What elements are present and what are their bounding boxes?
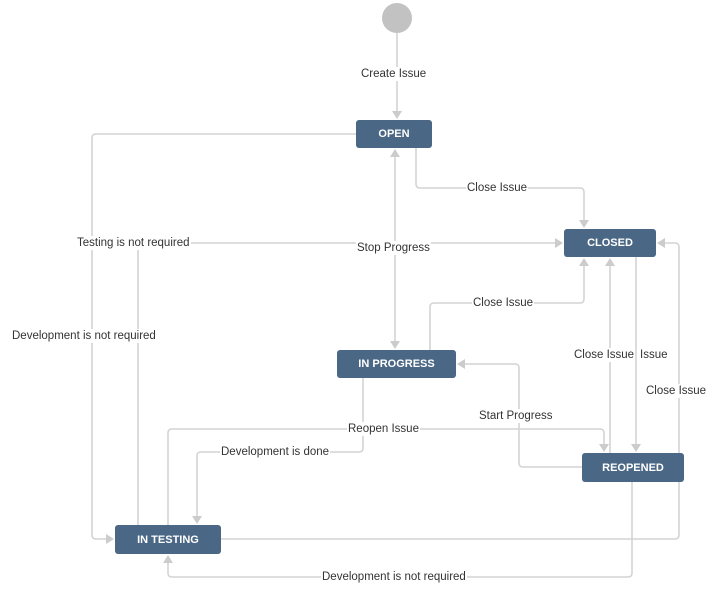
transition-development-not-required-bottom[interactable]: Development is not required: [321, 570, 467, 584]
transition-create-issue[interactable]: Create Issue: [360, 67, 428, 81]
transition-stop-progress[interactable]: Stop Progress: [356, 241, 431, 255]
arrow-head: [392, 111, 402, 119]
status-in-progress[interactable]: IN PROGRESS: [337, 350, 456, 378]
status-in-testing[interactable]: IN TESTING: [115, 525, 221, 554]
transition-reopen-issue[interactable]: Reopen Issue: [347, 422, 420, 436]
status-open-label: OPEN: [378, 128, 410, 140]
transition-development-done[interactable]: Development is done: [220, 445, 331, 459]
transition-development-not-required-left[interactable]: Development is not required: [11, 329, 157, 343]
status-open[interactable]: OPEN: [356, 120, 432, 148]
arrow-head: [579, 258, 589, 266]
transition-start-progress[interactable]: Start Progress: [478, 409, 554, 423]
arrow-head: [390, 149, 400, 157]
arrow-head: [555, 238, 563, 248]
transition-close-issue-right[interactable]: Close Issue: [645, 384, 708, 398]
edge-development-not-required-bottom[interactable]: [167, 482, 633, 578]
transition-close-issue-duplicate[interactable]: Issue: [640, 348, 669, 362]
status-reopened[interactable]: REOPENED: [582, 453, 684, 482]
status-in-testing-label: IN TESTING: [137, 533, 199, 546]
edge-testing-not-required[interactable]: [137, 242, 556, 525]
transition-close-issue-in-progress[interactable]: Close Issue: [472, 296, 535, 310]
arrow-head: [657, 238, 665, 248]
transition-close-issue-reopened[interactable]: Close Issue: [573, 348, 635, 362]
arrow-head: [579, 220, 589, 228]
arrow-head: [106, 534, 114, 544]
transition-close-issue-open[interactable]: Close Issue: [466, 181, 529, 195]
status-closed-label: CLOSED: [587, 237, 633, 249]
arrow-head: [605, 258, 615, 266]
status-in-progress-label: IN PROGRESS: [358, 358, 435, 370]
start-node: [382, 3, 412, 33]
status-reopened-label: REOPENED: [602, 461, 664, 474]
status-closed[interactable]: CLOSED: [564, 229, 656, 257]
arrow-head: [457, 359, 465, 369]
arrow-head: [192, 516, 202, 524]
edge-reopen-issue[interactable]: [167, 428, 605, 525]
arrow-head: [390, 341, 400, 349]
workflow-edges: [91, 33, 680, 578]
arrow-head: [631, 444, 641, 452]
arrow-head: [599, 444, 609, 452]
arrow-head: [163, 555, 173, 563]
transition-testing-not-required[interactable]: Testing is not required: [76, 236, 191, 250]
